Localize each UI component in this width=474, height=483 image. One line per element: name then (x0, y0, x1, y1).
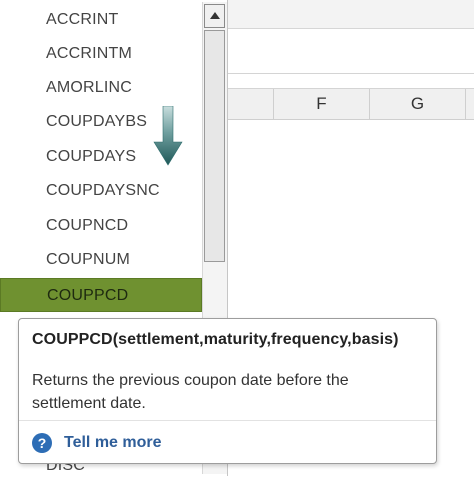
formula-bar[interactable] (228, 29, 474, 74)
column-header-f[interactable]: F (274, 89, 370, 119)
column-header-e[interactable] (228, 89, 274, 119)
function-tooltip: COUPPCD(settlement,maturity,frequency,ba… (18, 318, 437, 464)
function-signature: COUPPCD(settlement,maturity,frequency,ba… (32, 331, 399, 348)
function-item-coupnum[interactable]: COUPNUM (0, 243, 202, 277)
function-item-couppcd[interactable]: COUPPCD (0, 278, 202, 312)
function-item-accrintm[interactable]: ACCRINTM (0, 37, 202, 71)
tell-me-more-link[interactable]: ? Tell me more (32, 431, 162, 455)
scroll-thumb[interactable] (204, 30, 225, 262)
function-item-coupdaysnc[interactable]: COUPDAYSNC (0, 174, 202, 208)
column-header-row: F G (228, 88, 474, 120)
help-icon: ? (32, 433, 52, 453)
tooltip-divider (19, 420, 436, 421)
scroll-up-button[interactable] (204, 4, 225, 28)
function-description: Returns the previous coupon date before … (32, 372, 349, 412)
ribbon-strip (228, 0, 474, 29)
scroll-down-arrow-icon (153, 106, 183, 166)
function-item-accrint[interactable]: ACCRINT (0, 3, 202, 37)
tell-me-more-label[interactable]: Tell me more (64, 434, 162, 452)
function-item-amorlinc[interactable]: AMORLINC (0, 71, 202, 105)
column-header-g[interactable]: G (370, 89, 466, 119)
function-item-coupncd[interactable]: COUPNCD (0, 209, 202, 243)
